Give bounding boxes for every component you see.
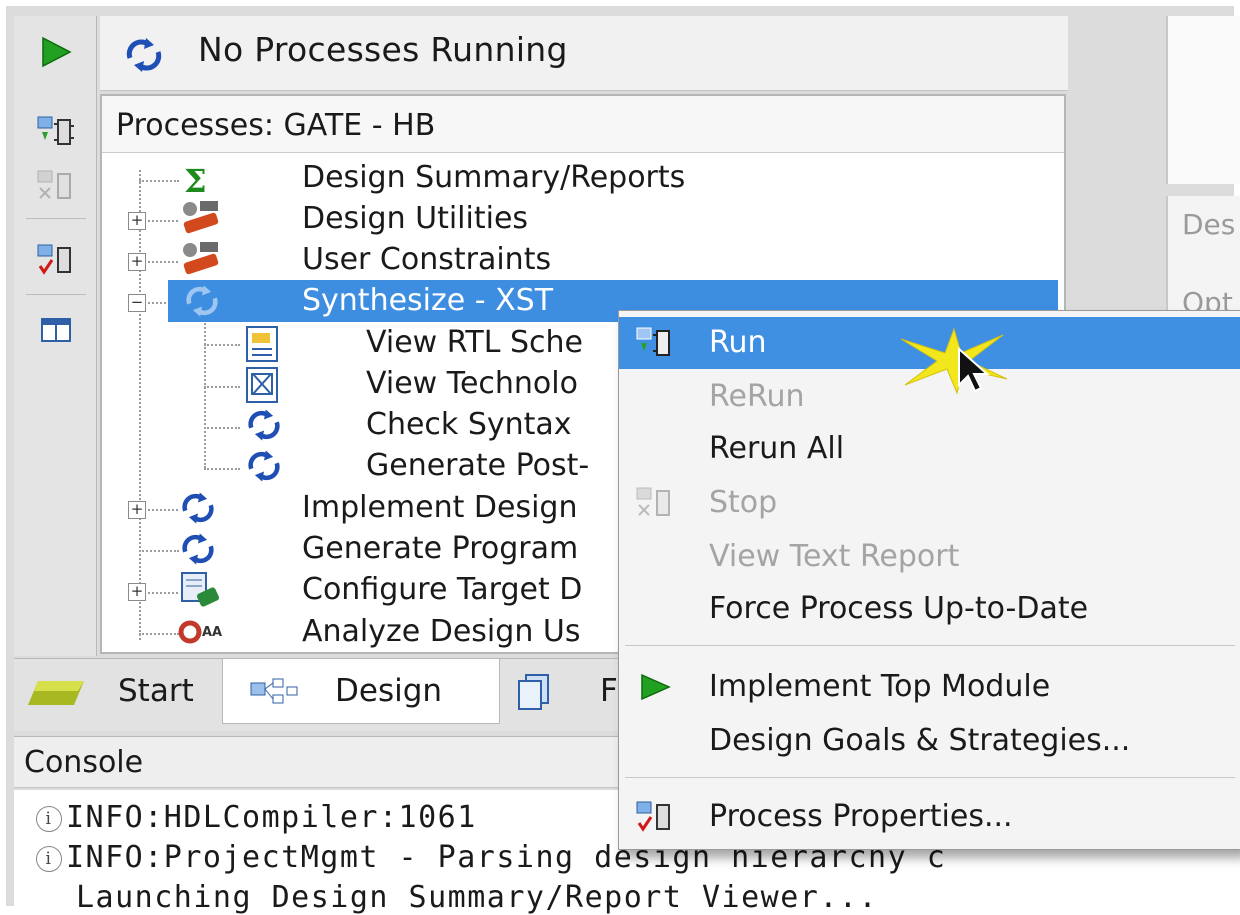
files-icon — [518, 674, 549, 710]
menu-separator — [625, 777, 1235, 778]
configure-device-icon — [181, 572, 220, 607]
analyze-icon: AA — [178, 620, 222, 644]
menu-separator — [625, 645, 1235, 646]
refresh-icon — [182, 533, 214, 565]
panel-layout-icon[interactable] — [32, 308, 80, 352]
expand-icon[interactable]: + — [128, 253, 146, 271]
menu-item-view-text-report: View Text Report — [709, 539, 960, 574]
svg-text:AA: AA — [202, 625, 222, 640]
menu-item-rerun: ReRun — [709, 379, 805, 414]
run-process-icon[interactable] — [32, 110, 80, 154]
processes-header: Processes: GATE - HB — [102, 96, 1064, 153]
tools-icon — [183, 201, 219, 234]
expand-icon[interactable]: + — [128, 212, 146, 230]
collapse-icon[interactable]: − — [128, 294, 146, 312]
sigma-icon: Σ — [184, 164, 207, 196]
schematic-icon — [246, 326, 278, 362]
stop-process-icon — [633, 483, 677, 523]
refresh-icon — [126, 38, 162, 72]
expand-icon[interactable]: + — [128, 583, 146, 601]
refresh-icon — [186, 285, 218, 317]
technology-schematic-icon — [246, 367, 278, 403]
refresh-icon — [248, 450, 280, 482]
left-toolbar — [14, 16, 97, 656]
console-title: Console — [24, 745, 144, 780]
menu-item-process-properties[interactable]: Process Properties... — [619, 791, 1240, 843]
process-status-bar: No Processes Running — [100, 16, 1068, 91]
process-properties-icon[interactable] — [32, 238, 80, 282]
right-panel-top — [1166, 16, 1240, 184]
processes-title: Processes: GATE - HB — [116, 108, 436, 143]
play-icon[interactable] — [32, 30, 80, 74]
start-icon — [28, 681, 84, 705]
console-line: i INFO:HDLCompiler:1061 — [36, 800, 477, 835]
refresh-icon — [182, 492, 214, 524]
menu-item-implement-top-module[interactable]: Implement Top Module — [619, 661, 1240, 713]
svg-text:Σ: Σ — [184, 164, 207, 196]
console-line: Launching Design Summary/Report Viewer..… — [76, 880, 879, 915]
tab-design[interactable]: Design — [222, 659, 500, 724]
menu-item-rerun-all[interactable]: Rerun All — [619, 423, 1240, 475]
menu-item-force-up-to-date[interactable]: Force Process Up-to-Date — [619, 583, 1240, 635]
green-play-icon — [633, 667, 677, 707]
refresh-icon — [248, 409, 280, 441]
menu-item-run[interactable]: Run — [619, 317, 1240, 395]
tab-start[interactable]: Start — [14, 659, 216, 723]
info-icon: i — [36, 806, 62, 832]
menu-item-stop: Stop — [619, 477, 1240, 529]
expand-icon[interactable]: + — [128, 501, 146, 519]
run-process-icon — [633, 323, 677, 363]
status-text: No Processes Running — [198, 30, 568, 69]
tab-files[interactable]: F — [504, 659, 624, 723]
design-hierarchy-icon — [250, 678, 298, 704]
tools-icon — [183, 242, 219, 275]
stop-process-icon — [32, 164, 80, 208]
context-menu: Run ReRun Rerun All Stop View Text Repor… — [618, 310, 1240, 850]
info-icon: i — [36, 846, 62, 872]
process-properties-icon — [633, 797, 677, 837]
menu-item-design-goals[interactable]: Design Goals & Strategies... — [619, 715, 1240, 767]
